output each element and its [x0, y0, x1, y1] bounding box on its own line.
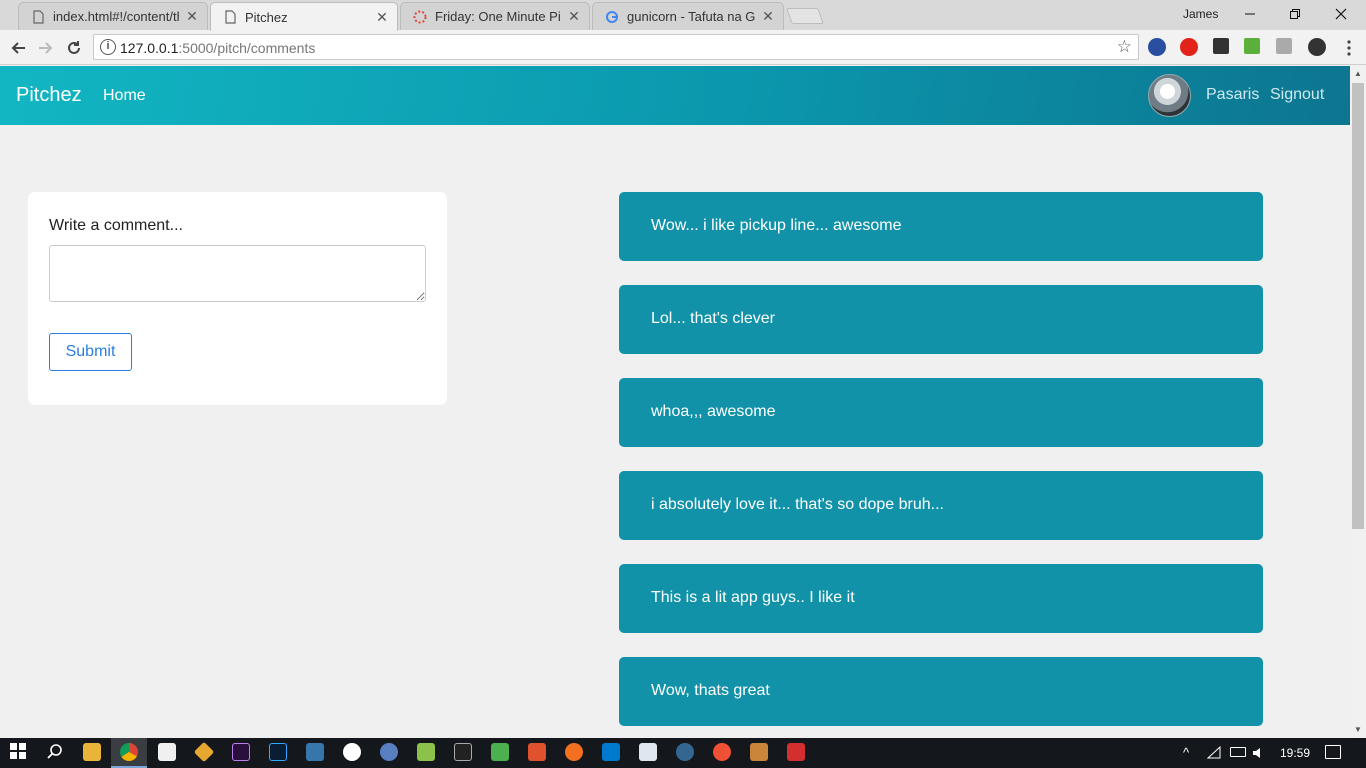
- nav-home-link[interactable]: Home: [103, 87, 146, 105]
- page-scrollbar[interactable]: ▲ ▼: [1350, 66, 1366, 738]
- tab-title: Pitchez: [245, 9, 288, 25]
- address-url: 127.0.0.1:5000/pitch/comments: [120, 40, 316, 56]
- address-bar[interactable]: i 127.0.0.1:5000/pitch/comments ☆: [93, 34, 1139, 60]
- minimize-icon[interactable]: [1227, 0, 1273, 28]
- comment-card: Lol... that's clever: [619, 285, 1263, 354]
- database-icon[interactable]: [380, 743, 398, 761]
- brand-link[interactable]: Pitchez: [16, 84, 82, 107]
- browser-toolbar: i 127.0.0.1:5000/pitch/comments ☆: [0, 30, 1366, 65]
- vscode-icon[interactable]: [602, 743, 620, 761]
- lambda-icon[interactable]: [417, 743, 435, 761]
- windows-start-icon[interactable]: [10, 743, 28, 761]
- app-icon[interactable]: [193, 741, 215, 763]
- terminal-icon[interactable]: [454, 743, 472, 761]
- back-arrow-icon[interactable]: [6, 36, 30, 60]
- sublime-icon[interactable]: [528, 743, 546, 761]
- volume-icon[interactable]: [1252, 746, 1266, 760]
- site-info-icon[interactable]: i: [100, 39, 116, 55]
- postgresql-icon[interactable]: [676, 743, 694, 761]
- download-extension-icon[interactable]: [1244, 38, 1260, 54]
- premiere-icon[interactable]: [232, 743, 250, 761]
- close-tab-icon[interactable]: ✕: [761, 8, 775, 25]
- browser-tab-google[interactable]: gunicorn - Tafuta na Goo ✕: [592, 2, 784, 30]
- comment-label: Write a comment...: [49, 217, 183, 234]
- file-explorer-icon[interactable]: [83, 743, 101, 761]
- pdf-reader-icon[interactable]: [787, 743, 805, 761]
- web-page: Pitchez Home Pasaris Signout Write a com…: [0, 66, 1350, 738]
- comment-card: whoa,,, awesome: [619, 378, 1263, 447]
- scroll-down-icon[interactable]: ▼: [1350, 722, 1366, 738]
- slack-icon[interactable]: [343, 743, 361, 761]
- tray-chevron-up-icon[interactable]: ^: [1183, 745, 1189, 760]
- python-icon[interactable]: [306, 743, 324, 761]
- comment-card: i absolutely love it... that's so dope b…: [619, 471, 1263, 540]
- scrollbar-thumb[interactable]: [1352, 83, 1364, 529]
- loading-spinner-icon: [413, 10, 427, 24]
- app-brown-icon[interactable]: [750, 743, 768, 761]
- new-tab-button[interactable]: [786, 8, 824, 24]
- close-tab-icon[interactable]: ✕: [567, 8, 581, 25]
- git-icon[interactable]: [713, 743, 731, 761]
- extension-browser-icon[interactable]: [1148, 38, 1166, 56]
- close-tab-icon[interactable]: ✕: [375, 9, 389, 26]
- photoshop-icon[interactable]: [269, 743, 287, 761]
- grid-extension-icon[interactable]: [1276, 38, 1292, 54]
- bookmark-star-icon[interactable]: ☆: [1117, 37, 1132, 57]
- app-green-icon[interactable]: [491, 743, 509, 761]
- submit-button[interactable]: Submit: [49, 333, 132, 371]
- signout-link[interactable]: Signout: [1270, 86, 1324, 104]
- comment-form-card: Write a comment... Submit: [28, 192, 447, 405]
- comment-card: Wow... i like pickup line... awesome: [619, 192, 1263, 261]
- restore-icon[interactable]: [1272, 0, 1318, 28]
- google-icon: [605, 10, 619, 24]
- forward-arrow-icon[interactable]: [34, 36, 58, 60]
- comment-card: This is a lit app guys.. I like it: [619, 564, 1263, 633]
- action-center-icon[interactable]: [1325, 745, 1341, 759]
- battery-icon[interactable]: [1230, 747, 1246, 757]
- menu-kebab-icon[interactable]: [1337, 36, 1361, 60]
- app-navbar: Pitchez Home Pasaris Signout: [0, 66, 1350, 125]
- browser-tab-friday[interactable]: Friday: One Minute Pitch ✕: [400, 2, 590, 30]
- postman-icon[interactable]: [565, 743, 583, 761]
- opera-extension-icon[interactable]: [1180, 38, 1198, 56]
- tab-title: Friday: One Minute Pitch: [435, 9, 561, 24]
- color-picker-extension-icon[interactable]: [1213, 38, 1229, 54]
- avatar[interactable]: [1148, 74, 1191, 117]
- close-window-icon[interactable]: [1318, 0, 1364, 28]
- nav-user-link[interactable]: Pasaris: [1206, 86, 1259, 104]
- windows-taskbar: ^ 19:59: [0, 738, 1366, 768]
- store-icon[interactable]: [158, 743, 176, 761]
- browser-tab-index[interactable]: index.html#!/content/thu ✕: [18, 2, 208, 30]
- search-icon[interactable]: [46, 743, 64, 761]
- comment-card: Wow, thats great: [619, 657, 1263, 726]
- taskbar-clock[interactable]: 19:59: [1280, 746, 1310, 760]
- comments-list: Wow... i like pickup line... awesome Lol…: [619, 192, 1263, 738]
- chrome-icon[interactable]: [120, 743, 138, 761]
- scroll-up-icon[interactable]: ▲: [1350, 66, 1366, 82]
- document-icon: [31, 9, 45, 24]
- browser-tab-pitchez[interactable]: Pitchez ✕: [210, 2, 398, 31]
- tab-title: gunicorn - Tafuta na Goo: [627, 9, 755, 24]
- reload-icon[interactable]: [62, 36, 86, 60]
- tab-title: index.html#!/content/thu: [53, 9, 179, 24]
- browser-profile-name[interactable]: James: [1183, 7, 1218, 21]
- close-tab-icon[interactable]: ✕: [185, 8, 199, 25]
- app-window-icon[interactable]: [639, 743, 657, 761]
- wifi-icon[interactable]: [1206, 745, 1221, 760]
- browser-tab-strip: index.html#!/content/thu ✕ Pitchez ✕ Fri…: [0, 0, 1366, 31]
- blocker-extension-icon[interactable]: [1308, 38, 1326, 56]
- document-icon: [223, 10, 237, 24]
- comment-textarea[interactable]: [49, 245, 426, 302]
